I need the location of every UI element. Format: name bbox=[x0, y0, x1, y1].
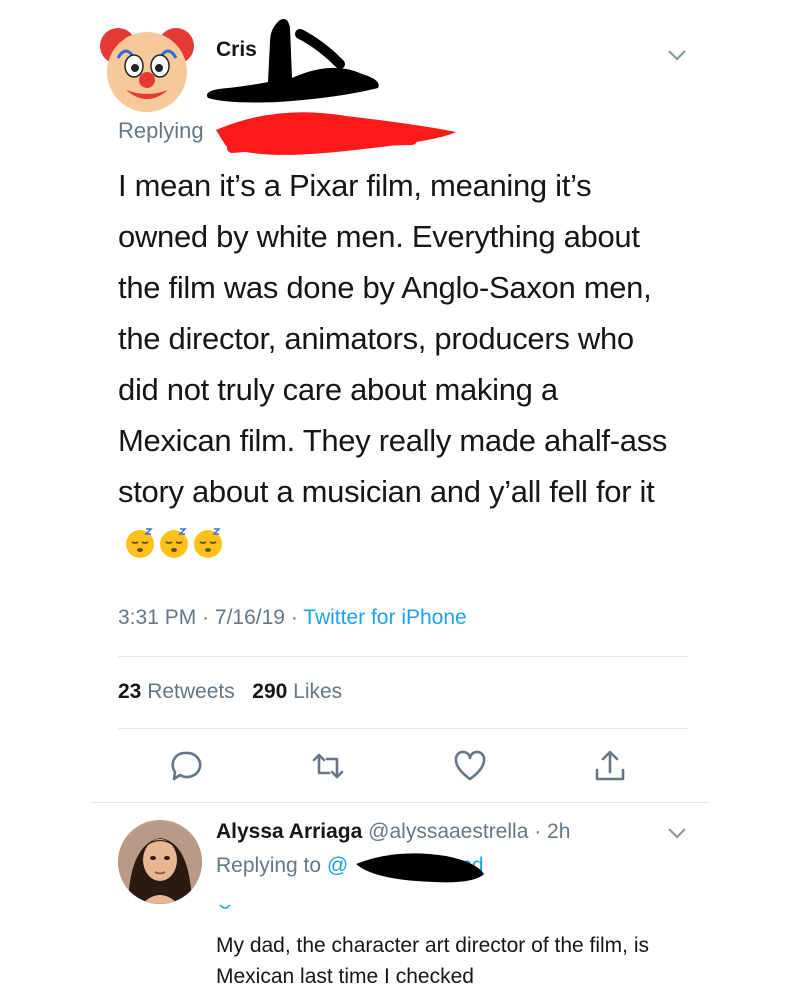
tweet-body-text: I mean it’s a Pixar film, meaning it’s o… bbox=[118, 168, 668, 509]
tweet-client-link[interactable]: Twitter for iPhone bbox=[303, 606, 466, 629]
chevron-down-icon[interactable] bbox=[666, 44, 688, 66]
reply-button[interactable] bbox=[168, 748, 204, 784]
retweets-count: 23 bbox=[118, 680, 142, 703]
divider bbox=[118, 656, 688, 657]
meta-separator: · bbox=[202, 606, 210, 629]
reply-avatar[interactable] bbox=[118, 820, 202, 904]
handle-redaction-scribble bbox=[200, 14, 390, 104]
retweets-stat[interactable]: 23 Retweets bbox=[118, 680, 235, 703]
sleeping-face-icon bbox=[126, 528, 154, 558]
sleeping-face-icon bbox=[194, 528, 222, 558]
reply-header: Alyssa Arriaga @alyssaaestrella · 2h bbox=[216, 820, 570, 844]
likes-count: 290 bbox=[252, 680, 288, 703]
share-button[interactable] bbox=[592, 748, 628, 784]
mention-redaction-scribble bbox=[212, 108, 462, 164]
reply-mention-redaction bbox=[352, 850, 488, 886]
chevron-down-icon[interactable] bbox=[666, 822, 688, 844]
retweet-button[interactable] bbox=[310, 748, 346, 784]
replying-to-label: Replying bbox=[118, 118, 204, 143]
likes-label: Likes bbox=[293, 680, 343, 703]
replying-to-label: Replying to bbox=[216, 854, 322, 877]
avatar-clown-icon[interactable] bbox=[98, 18, 196, 116]
tweet-stats: 23 Retweets 290 Likes bbox=[118, 680, 342, 704]
meta-separator: · bbox=[528, 820, 548, 843]
retweet-icon bbox=[312, 753, 344, 779]
reply-age: 2h bbox=[547, 820, 571, 843]
likes-stat[interactable]: 290 Likes bbox=[252, 680, 342, 703]
mark-icon bbox=[218, 900, 232, 912]
meta-separator: · bbox=[290, 606, 298, 629]
emoji-row bbox=[124, 527, 224, 559]
divider bbox=[90, 802, 710, 803]
tweet-time: 3:31 PM bbox=[118, 606, 197, 629]
sleeping-face-icon bbox=[160, 528, 188, 558]
tweet-date: 7/16/19 bbox=[214, 606, 285, 629]
divider bbox=[118, 728, 688, 729]
tweet-metadata: 3:31 PM · 7/16/19 · Twitter for iPhone bbox=[118, 606, 467, 630]
reply-icon bbox=[171, 751, 202, 781]
reply-author-handle[interactable]: @alyssaaestrella bbox=[368, 820, 528, 843]
tweet-body: I mean it’s a Pixar film, meaning it’s o… bbox=[118, 160, 678, 568]
mention-prefix[interactable]: @ bbox=[327, 854, 348, 877]
like-button[interactable] bbox=[452, 748, 488, 784]
reply-body: My dad, the character art director of th… bbox=[216, 934, 650, 988]
reply-author-name[interactable]: Alyssa Arriaga bbox=[216, 820, 362, 843]
share-icon bbox=[595, 750, 625, 781]
retweets-label: Retweets bbox=[147, 680, 235, 703]
heart-icon bbox=[454, 750, 486, 781]
